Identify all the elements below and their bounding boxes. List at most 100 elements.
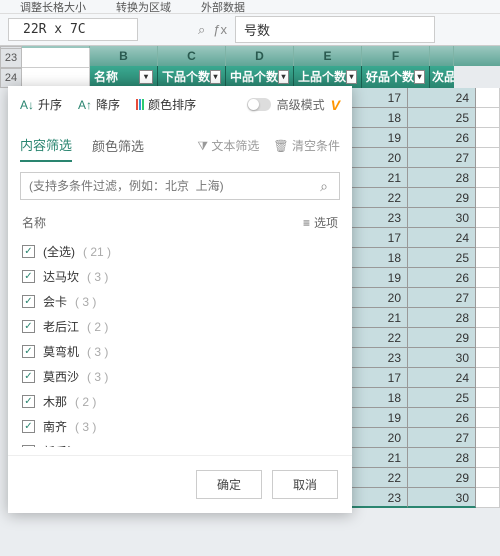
- cell[interactable]: [476, 228, 500, 248]
- sort-desc-button[interactable]: A↑ 降序: [78, 96, 120, 113]
- cell[interactable]: 30: [408, 348, 476, 368]
- tab-content-filter[interactable]: 内容筛选: [20, 129, 72, 162]
- fx-icon[interactable]: ƒx: [213, 22, 227, 37]
- col-header-g[interactable]: [430, 46, 454, 66]
- text-filter-button[interactable]: ⧩ 文本筛选: [197, 137, 259, 154]
- col-header-f[interactable]: F: [362, 46, 430, 66]
- filter-item[interactable]: ✓木那( 2 ): [22, 389, 338, 414]
- sort-asc-icon: A↓: [20, 98, 34, 112]
- cell[interactable]: [476, 468, 500, 488]
- cell[interactable]: 30: [408, 208, 476, 228]
- row-number[interactable]: 24: [0, 68, 22, 88]
- ok-button[interactable]: 确定: [196, 470, 262, 499]
- filter-dropdown-icon[interactable]: ▾: [346, 70, 357, 84]
- name-box[interactable]: 22R x 7C: [8, 18, 138, 41]
- cell[interactable]: [476, 108, 500, 128]
- cell[interactable]: [476, 168, 500, 188]
- filter-dropdown-icon[interactable]: ▾: [139, 70, 153, 84]
- cell[interactable]: 28: [408, 308, 476, 328]
- cell[interactable]: [476, 388, 500, 408]
- list-header: 名称 ≡ 选项: [8, 210, 352, 239]
- table-row: 1825: [340, 388, 500, 408]
- cell[interactable]: 26: [408, 128, 476, 148]
- cell[interactable]: 24: [408, 228, 476, 248]
- cell[interactable]: [476, 448, 500, 468]
- item-label: 莫弯机: [43, 343, 79, 360]
- search-input[interactable]: [21, 173, 309, 199]
- col-header-c[interactable]: C: [158, 46, 226, 66]
- cell[interactable]: [476, 488, 500, 508]
- filter-item[interactable]: ✓莫弯机( 3 ): [22, 339, 338, 364]
- cell[interactable]: 29: [408, 328, 476, 348]
- cell[interactable]: [476, 328, 500, 348]
- filter-item[interactable]: ✓新后江( 2 ): [22, 439, 338, 447]
- cell[interactable]: 28: [408, 448, 476, 468]
- search-icon[interactable]: ⌕: [198, 22, 205, 38]
- cell[interactable]: 24: [408, 368, 476, 388]
- item-count: ( 3 ): [87, 370, 108, 384]
- item-label: 木那: [43, 393, 67, 410]
- header-cell: 次品: [430, 66, 454, 88]
- table-row: 2229: [340, 188, 500, 208]
- row-number[interactable]: 23: [0, 48, 22, 68]
- cell[interactable]: [476, 148, 500, 168]
- item-label: 南齐: [43, 418, 67, 435]
- cell[interactable]: 26: [408, 408, 476, 428]
- col-header-d[interactable]: D: [226, 46, 294, 66]
- cell[interactable]: 27: [408, 288, 476, 308]
- cell[interactable]: 30: [408, 488, 476, 508]
- cell[interactable]: 27: [408, 428, 476, 448]
- checkbox-icon: ✓: [22, 270, 35, 283]
- cell[interactable]: 25: [408, 248, 476, 268]
- cell[interactable]: [22, 68, 90, 88]
- cell[interactable]: [476, 268, 500, 288]
- filter-item[interactable]: ✓莫西沙( 3 ): [22, 364, 338, 389]
- search-wrap: ⌕: [8, 162, 352, 210]
- filter-item[interactable]: ✓老后江( 2 ): [22, 314, 338, 339]
- filter-item[interactable]: ✓会卡( 3 ): [22, 289, 338, 314]
- cell[interactable]: [476, 308, 500, 328]
- formula-input[interactable]: 号数: [235, 16, 435, 43]
- ribbon-item[interactable]: 转换为区域: [116, 0, 171, 14]
- cell[interactable]: 25: [408, 388, 476, 408]
- search-icon[interactable]: ⌕: [309, 178, 339, 195]
- cell[interactable]: 29: [408, 188, 476, 208]
- filter-item[interactable]: ✓南齐( 3 ): [22, 414, 338, 439]
- cell[interactable]: 24: [408, 88, 476, 108]
- funnel-icon: ⧩: [197, 139, 208, 153]
- ribbon-item[interactable]: 外部数据: [201, 0, 245, 14]
- cell[interactable]: [476, 248, 500, 268]
- cell[interactable]: 26: [408, 268, 476, 288]
- clear-conditions-button[interactable]: 🗑 清空条件: [273, 137, 340, 154]
- options-button[interactable]: ≡ 选项: [303, 214, 338, 231]
- col-header-b[interactable]: B: [90, 46, 158, 66]
- cell[interactable]: [476, 408, 500, 428]
- checkbox-icon: ✓: [22, 345, 35, 358]
- cell[interactable]: 25: [408, 108, 476, 128]
- cell[interactable]: [476, 188, 500, 208]
- tab-color-filter[interactable]: 颜色筛选: [92, 130, 144, 161]
- cell[interactable]: [476, 208, 500, 228]
- color-sort-button[interactable]: 颜色排序: [136, 96, 196, 113]
- advanced-mode-toggle[interactable]: 高级模式 V: [247, 96, 340, 113]
- filter-dropdown-icon[interactable]: ▾: [414, 70, 425, 84]
- cell[interactable]: [22, 48, 90, 68]
- spreadsheet: A B C D E F 1 号数▾ 名称▾ 下品个数▾ 中品个数▾ 上品个数▾ …: [0, 46, 500, 88]
- cell[interactable]: [476, 288, 500, 308]
- ribbon-item[interactable]: 调整长格大小: [20, 0, 86, 14]
- filter-item[interactable]: ✓达马坎( 3 ): [22, 264, 338, 289]
- cell[interactable]: [476, 348, 500, 368]
- filter-item[interactable]: ✓(全选)( 21 ): [22, 239, 338, 264]
- col-header-e[interactable]: E: [294, 46, 362, 66]
- cell[interactable]: 28: [408, 168, 476, 188]
- cell[interactable]: 27: [408, 148, 476, 168]
- filter-dropdown-icon[interactable]: ▾: [210, 70, 221, 84]
- cancel-button[interactable]: 取消: [272, 470, 338, 499]
- filter-dropdown-icon[interactable]: ▾: [278, 70, 289, 84]
- cell[interactable]: [476, 128, 500, 148]
- sort-asc-button[interactable]: A↓ 升序: [20, 96, 62, 113]
- cell[interactable]: [476, 88, 500, 108]
- cell[interactable]: 29: [408, 468, 476, 488]
- cell[interactable]: [476, 368, 500, 388]
- cell[interactable]: [476, 428, 500, 448]
